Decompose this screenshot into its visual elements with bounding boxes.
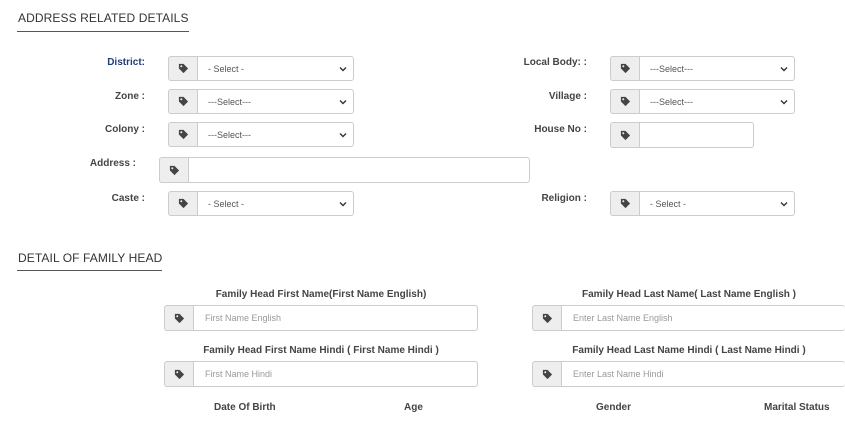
last-name-english-input[interactable]: Enter Last Name English — [561, 305, 845, 331]
tag-icon — [610, 89, 639, 114]
tag-icon — [164, 305, 193, 331]
section-underline-address — [17, 31, 189, 32]
village-select-value: ---Select--- — [650, 96, 693, 107]
colony-label: Colony : — [105, 124, 145, 135]
zone-select[interactable]: ---Select--- — [197, 89, 354, 114]
address-label: Address : — [89, 158, 136, 169]
age-label: Age — [404, 402, 423, 413]
address-input[interactable] — [188, 157, 530, 183]
chevron-down-icon — [780, 99, 788, 104]
religion-select[interactable]: - Select - — [639, 191, 795, 216]
gender-label: Gender — [596, 402, 632, 413]
local-body-label: Local Body: : — [523, 57, 587, 68]
colony-select-value: ---Select--- — [208, 129, 251, 140]
first-name-hindi-placeholder: First Name Hindi — [205, 369, 273, 379]
house-no-input[interactable] — [639, 122, 754, 148]
first-name-english-input[interactable]: First Name English — [193, 305, 478, 331]
chevron-down-icon — [339, 99, 347, 104]
tag-icon — [168, 89, 197, 114]
caste-select-value: - Select - — [208, 198, 245, 209]
zone-label: Zone : — [115, 91, 145, 102]
last-name-hindi-input[interactable]: Enter Last Name Hindi — [561, 361, 845, 387]
caste-label: Caste : — [111, 193, 145, 204]
tag-icon — [610, 191, 639, 216]
house-no-label: House No : — [534, 124, 587, 135]
date-of-birth-label: Date Of Birth — [214, 402, 276, 413]
first-name-hindi-label: Family Head First Name Hindi ( First Nam… — [203, 345, 439, 356]
first-name-english-label: Family Head First Name(First Name Englis… — [215, 289, 427, 300]
section-underline-family-head — [17, 270, 162, 271]
tag-icon — [610, 122, 639, 148]
tag-icon — [159, 157, 188, 183]
tag-icon — [168, 122, 197, 147]
tag-icon — [168, 56, 197, 81]
caste-select[interactable]: - Select - — [197, 191, 354, 216]
district-select-value: - Select - — [208, 63, 245, 74]
section-title-family-head: DETAIL OF FAMILY HEAD — [18, 251, 163, 265]
tag-icon — [532, 361, 561, 387]
tag-icon — [168, 191, 197, 216]
local-body-select-value: ---Select--- — [650, 63, 693, 74]
religion-label: Religion : — [541, 193, 587, 204]
district-select[interactable]: - Select - — [197, 56, 354, 81]
first-name-english-placeholder: First Name English — [205, 313, 282, 323]
last-name-hindi-label: Family Head Last Name Hindi ( Last Name … — [572, 345, 806, 356]
chevron-down-icon — [339, 66, 347, 71]
chevron-down-icon — [780, 66, 788, 71]
first-name-hindi-input[interactable]: First Name Hindi — [193, 361, 478, 387]
chevron-down-icon — [780, 201, 788, 206]
zone-select-value: ---Select--- — [208, 96, 251, 107]
colony-select[interactable]: ---Select--- — [197, 122, 354, 147]
village-select[interactable]: ---Select--- — [639, 89, 795, 114]
chevron-down-icon — [339, 201, 347, 206]
district-label: District: — [107, 57, 145, 68]
last-name-english-label: Family Head Last Name( Last Name English… — [582, 289, 796, 300]
local-body-select[interactable]: ---Select--- — [639, 56, 795, 81]
marital-status-label: Marital Status — [764, 402, 830, 413]
last-name-hindi-placeholder: Enter Last Name Hindi — [573, 369, 664, 379]
village-label: Village : — [548, 91, 587, 102]
religion-select-value: - Select - — [650, 198, 687, 209]
tag-icon — [532, 305, 561, 331]
tag-icon — [164, 361, 193, 387]
tag-icon — [610, 56, 639, 81]
chevron-down-icon — [339, 132, 347, 137]
section-title-address: ADDRESS RELATED DETAILS — [18, 11, 189, 25]
last-name-english-placeholder: Enter Last Name English — [573, 313, 673, 323]
